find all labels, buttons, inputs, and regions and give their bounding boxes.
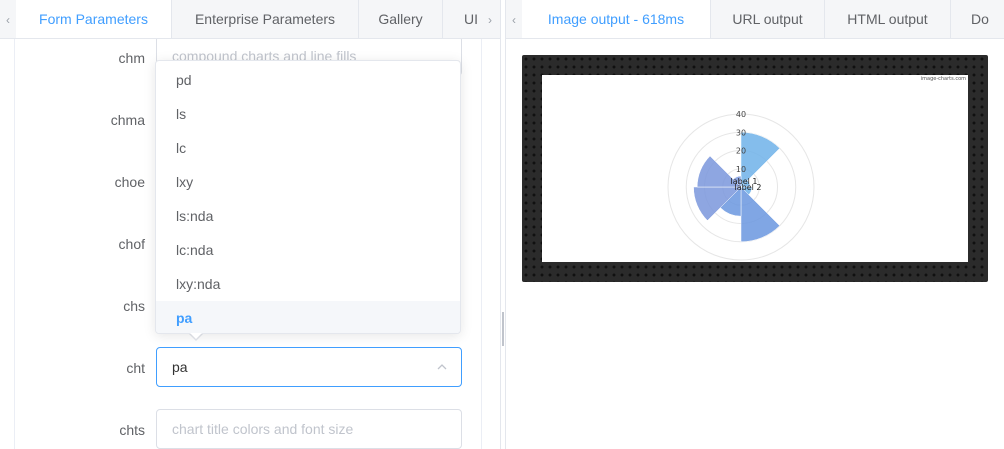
axis-tick-label: 20 xyxy=(736,147,746,156)
tab-form-parameters[interactable]: Form Parameters xyxy=(16,0,172,38)
watermark-text: image-charts.com xyxy=(920,76,966,82)
tab-enterprise-parameters[interactable]: Enterprise Parameters xyxy=(172,0,359,38)
axis-tick-label: 30 xyxy=(736,128,746,137)
dropdown-caret xyxy=(190,333,202,339)
dropdown-option-lc-nda[interactable]: lc:nda xyxy=(156,233,460,267)
chart-image: image-charts.com 10 20 30 40 label 1 label 2 xyxy=(542,75,968,262)
param-label-chs: chs xyxy=(123,298,145,314)
chts-input[interactable]: chart title colors and font size xyxy=(156,409,462,449)
cht-select-value: pa xyxy=(172,359,188,375)
dropdown-option-lxy[interactable]: lxy xyxy=(156,165,460,199)
form-pane: ‹ Form Parameters Enterprise Parameters … xyxy=(0,0,500,449)
data-label: label 2 xyxy=(735,183,762,192)
image-preview: image-charts.com 10 20 30 40 label 1 label 2 xyxy=(522,55,988,282)
tab-html-output[interactable]: HTML output xyxy=(825,0,951,38)
dropdown-option-pd[interactable]: pd xyxy=(156,63,460,97)
left-tab-bar: ‹ Form Parameters Enterprise Parameters … xyxy=(0,0,500,39)
tab-scroll-right-icon[interactable]: › xyxy=(482,0,498,38)
output-pane: ‹ Image output - 618ms URL output HTML o… xyxy=(506,0,1004,449)
splitter-grip-icon[interactable] xyxy=(502,312,504,346)
tab-gallery[interactable]: Gallery xyxy=(359,0,443,38)
param-label-chm: chm xyxy=(118,50,145,66)
dropdown-option-ls-nda[interactable]: ls:nda xyxy=(156,199,460,233)
dropdown-option-lxy-nda[interactable]: lxy:nda xyxy=(156,267,460,301)
param-label-chts: chts xyxy=(119,422,145,438)
tab-scroll-left-icon[interactable]: ‹ xyxy=(0,0,16,38)
tab-image-output[interactable]: Image output - 618ms xyxy=(522,0,711,38)
dropdown-option-ls[interactable]: ls xyxy=(156,97,460,131)
param-label-chma: chma xyxy=(110,112,145,128)
polar-area-chart: 10203040label 1label 2 xyxy=(667,110,815,261)
right-tab-bar: ‹ Image output - 618ms URL output HTML o… xyxy=(506,0,1004,39)
param-label-chof: chof xyxy=(118,236,145,252)
tab-url-output[interactable]: URL output xyxy=(711,0,825,38)
param-label-cht: cht xyxy=(126,360,145,376)
param-label-choe: choe xyxy=(114,174,145,190)
polar-sector xyxy=(740,186,781,243)
axis-tick-label: 10 xyxy=(736,165,746,174)
chevron-up-icon xyxy=(437,364,447,370)
cht-select[interactable]: pa xyxy=(156,347,462,387)
cht-dropdown-menu: pd ls lc lxy ls:nda lc:nda lxy:nda pa xyxy=(155,60,461,334)
axis-tick-label: 40 xyxy=(736,110,746,119)
dropdown-option-pa[interactable]: pa xyxy=(156,301,460,333)
dropdown-option-lc[interactable]: lc xyxy=(156,131,460,165)
tab-scroll-left-icon[interactable]: ‹ xyxy=(506,0,522,38)
tab-documentation[interactable]: Do xyxy=(951,0,1004,38)
